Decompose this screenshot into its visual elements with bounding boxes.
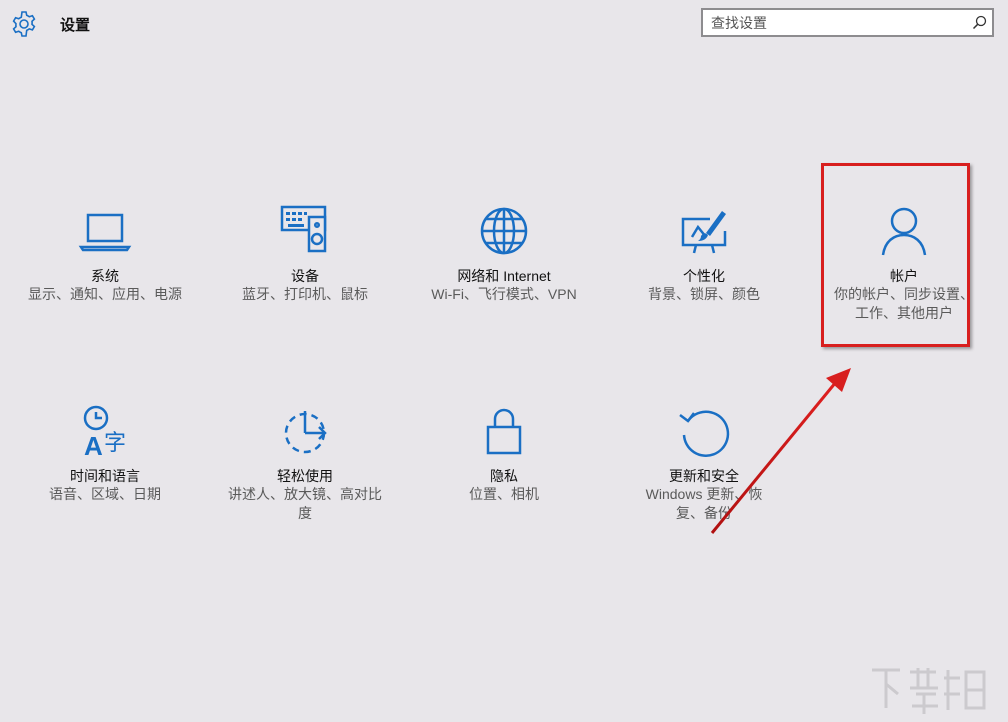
tile-label: 系统	[91, 268, 119, 284]
tile-description: Wi-Fi、飞行模式、VPN	[431, 286, 577, 302]
watermark-logo	[872, 668, 986, 714]
tile-devices[interactable]: 设备 蓝牙、打印机、鼠标	[220, 205, 390, 304]
personalization-icon	[681, 211, 727, 254]
tile-description: 位置、相机	[469, 486, 539, 502]
laptop-icon	[78, 213, 132, 252]
tile-personalization[interactable]: 个性化 背景、锁屏、颜色	[619, 205, 789, 304]
tile-description: 蓝牙、打印机、鼠标	[242, 286, 368, 302]
ease-of-access-icon	[284, 411, 327, 454]
globe-icon	[480, 207, 528, 255]
annotation-arrow	[710, 368, 851, 534]
page-title: 设置	[60, 17, 91, 34]
tile-privacy[interactable]: 隐私 位置、相机	[419, 405, 589, 504]
search-input[interactable]	[711, 13, 961, 33]
search-icon[interactable]	[972, 15, 987, 30]
search-box[interactable]	[701, 8, 994, 37]
tile-label: 设备	[291, 268, 319, 284]
tile-ease-of-access[interactable]: 轻松使用 讲述人、放大镜、高对比度	[220, 405, 390, 523]
tile-description: 背景、锁屏、颜色	[648, 286, 760, 302]
gear-icon	[12, 11, 36, 37]
tile-label: 网络和 Internet	[457, 268, 551, 284]
update-icon	[679, 410, 730, 457]
time-language-icon: A 字	[83, 405, 126, 461]
tile-time-language[interactable]: A 字 时间和语言 语音、区域、日期	[20, 405, 190, 504]
tile-description: 语音、区域、日期	[49, 486, 161, 502]
devices-icon	[280, 205, 327, 253]
lock-icon	[486, 408, 522, 455]
tile-description: Windows 更新、恢复、备份	[645, 486, 763, 521]
svg-text:字: 字	[104, 431, 126, 456]
tile-description: 显示、通知、应用、电源	[28, 286, 182, 302]
tile-label: 轻松使用	[277, 468, 333, 484]
svg-text:A: A	[84, 431, 103, 461]
tile-description: 讲述人、放大镜、高对比度	[228, 486, 382, 521]
tile-system[interactable]: 系统 显示、通知、应用、电源	[20, 205, 190, 304]
tile-network[interactable]: 网络和 Internet Wi-Fi、飞行模式、VPN	[419, 205, 589, 304]
tile-label: 更新和安全	[669, 468, 739, 484]
tile-label: 个性化	[683, 268, 725, 284]
tile-update-security[interactable]: 更新和安全 Windows 更新、恢复、备份	[619, 405, 789, 523]
tile-label: 隐私	[490, 468, 518, 484]
highlight-box	[821, 163, 970, 347]
tile-label: 时间和语言	[70, 468, 140, 484]
